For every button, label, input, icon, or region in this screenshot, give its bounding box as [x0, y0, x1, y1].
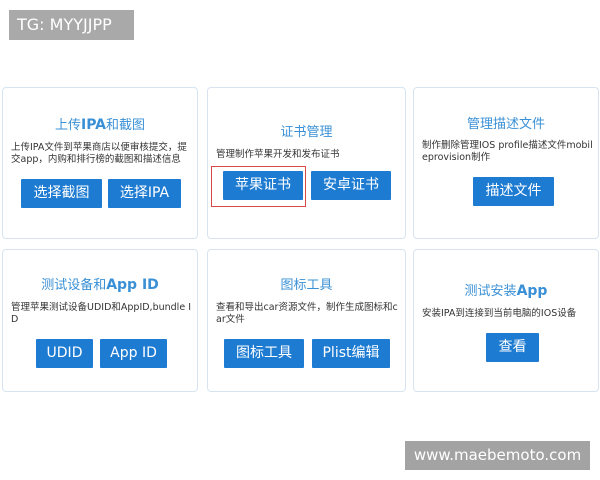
watermark-top: TG: MYYJJPP	[9, 10, 134, 40]
udid-button[interactable]: UDID	[36, 339, 93, 368]
android-certificate-button[interactable]: 安卓证书	[311, 171, 391, 200]
choose-screenshot-button[interactable]: 选择截图	[21, 179, 102, 208]
card-icon-tools: 图标工具 查看和导出car资源文件，制作生成图标和car文件 图标工具 Plis…	[207, 249, 406, 392]
app-id-button[interactable]: App ID	[100, 339, 167, 368]
card-desc-test-install: 安装IPA到连接到当前电脑的IOS设备	[422, 308, 577, 319]
card-desc-upload-ipa: 上传IPA文件到苹果商店以便审核提交，提交app，内购和排行榜的截图和描述信息	[11, 142, 187, 165]
card-title-upload-ipa: 上传IPA和截图	[54, 117, 146, 133]
card-desc-certificates: 管理制作苹果开发和发布证书	[216, 149, 340, 160]
card-desc-devices-appid: 管理苹果测试设备UDID和AppID,bundle ID	[11, 302, 191, 325]
card-title-devices-appid: 测试设备和App ID	[41, 277, 159, 293]
card-certificates: 证书管理 管理制作苹果开发和发布证书 苹果证书 安卓证书	[207, 87, 406, 239]
card-profiles: 管理描述文件 制作删除管理IOS profile描述文件mobileprovis…	[413, 87, 599, 239]
card-test-install: 测试安装App 安装IPA到连接到当前电脑的IOS设备 查看	[413, 249, 599, 392]
app-window: TG: MYYJJPP 上传IPA和截图 上传IPA文件到苹果商店以便审核提交，…	[0, 0, 600, 480]
card-desc-icon-tools: 查看和导出car资源文件，制作生成图标和car文件	[216, 302, 398, 325]
card-desc-profiles: 制作删除管理IOS profile描述文件mobileprovision制作	[422, 140, 593, 163]
card-upload-ipa: 上传IPA和截图 上传IPA文件到苹果商店以便审核提交，提交app，内购和排行榜…	[2, 87, 198, 239]
card-title-certificates: 证书管理	[280, 125, 333, 140]
plist-editor-button[interactable]: Plist编辑	[312, 339, 390, 368]
card-title-icon-tools: 图标工具	[280, 278, 333, 293]
profiles-button[interactable]: 描述文件	[473, 177, 554, 206]
card-title-test-install: 测试安装App	[464, 283, 548, 299]
view-button[interactable]: 查看	[486, 333, 539, 362]
card-title-profiles: 管理描述文件	[466, 117, 545, 132]
icon-tool-button[interactable]: 图标工具	[224, 339, 304, 368]
apple-certificate-button[interactable]: 苹果证书	[223, 171, 303, 200]
choose-ipa-button[interactable]: 选择IPA	[108, 179, 181, 208]
watermark-bottom: www.maebemoto.com	[405, 441, 590, 470]
card-devices-appid: 测试设备和App ID 管理苹果测试设备UDID和AppID,bundle ID…	[2, 249, 198, 392]
